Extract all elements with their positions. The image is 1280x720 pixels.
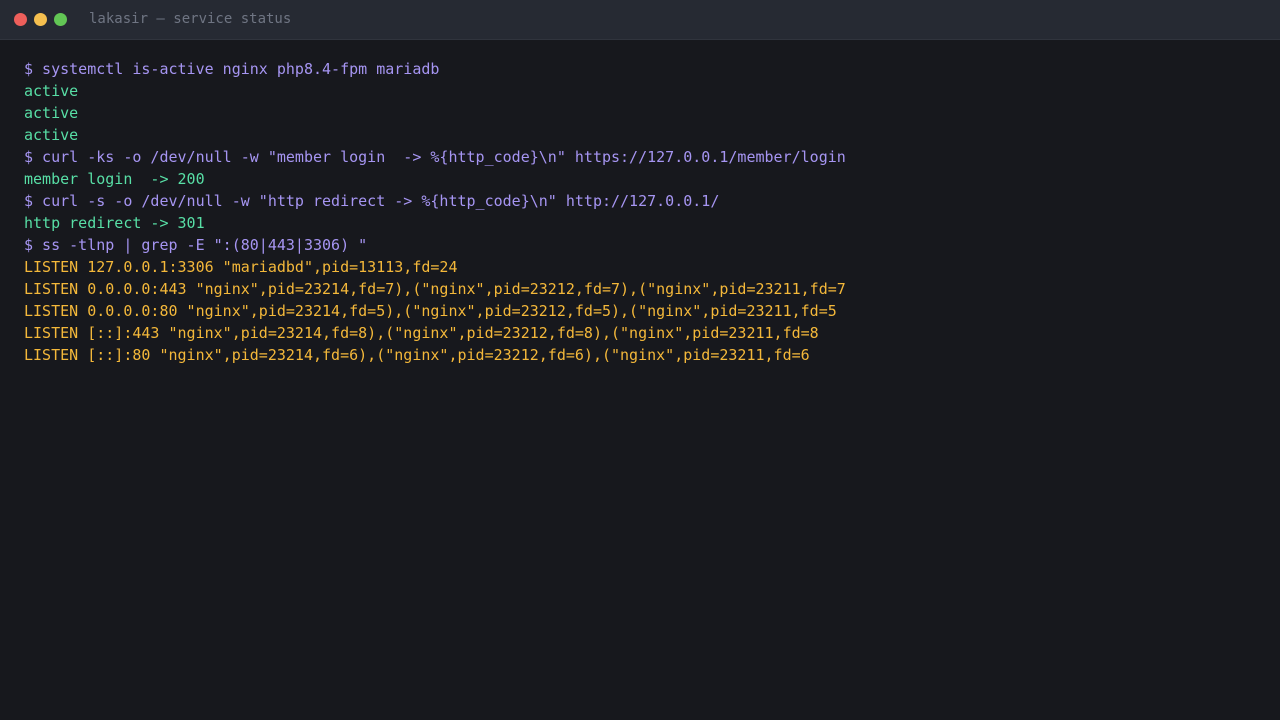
listen-line-ipv4-80: LISTEN 0.0.0.0:80 "nginx",pid=23214,fd=5…	[24, 302, 837, 320]
listen-line-ipv6-443: LISTEN [::]:443 "nginx",pid=23214,fd=8),…	[24, 324, 819, 342]
window-title: lakasir — service status	[89, 11, 292, 27]
terminal-window: lakasir — service status $ systemctl is-…	[0, 0, 1280, 720]
listen-line-mariadb-3306: LISTEN 127.0.0.1:3306 "mariadbd",pid=131…	[24, 258, 458, 276]
listen-line-ipv4-443: LISTEN 0.0.0.0:443 "nginx",pid=23214,fd=…	[24, 280, 846, 298]
terminal-output[interactable]: $ systemctl is-active nginx php8.4-fpm m…	[24, 58, 1264, 366]
output-line-member-login-status: member login -> 200	[24, 170, 205, 188]
command-line-ss-grep: $ ss -tlnp | grep -E ":(80|443|3306) "	[24, 236, 368, 254]
command-line-curl-redirect: $ curl -s -o /dev/null -w "http redirect…	[24, 192, 720, 210]
output-line-php-fpm-active: active	[24, 104, 79, 122]
command-line-systemctl: $ systemctl is-active nginx php8.4-fpm m…	[24, 60, 440, 78]
minimize-window-icon[interactable]	[34, 13, 47, 26]
listen-line-ipv6-80: LISTEN [::]:80 "nginx",pid=23214,fd=6),(…	[24, 346, 810, 364]
zoom-window-icon[interactable]	[54, 13, 67, 26]
command-line-curl-member-login: $ curl -ks -o /dev/null -w "member login…	[24, 148, 846, 166]
title-bar[interactable]: lakasir — service status	[0, 0, 1280, 40]
output-line-redirect-status: http redirect -> 301	[24, 214, 205, 232]
close-window-icon[interactable]	[14, 13, 27, 26]
output-line-nginx-active: active	[24, 82, 79, 100]
output-line-mariadb-active: active	[24, 126, 79, 144]
